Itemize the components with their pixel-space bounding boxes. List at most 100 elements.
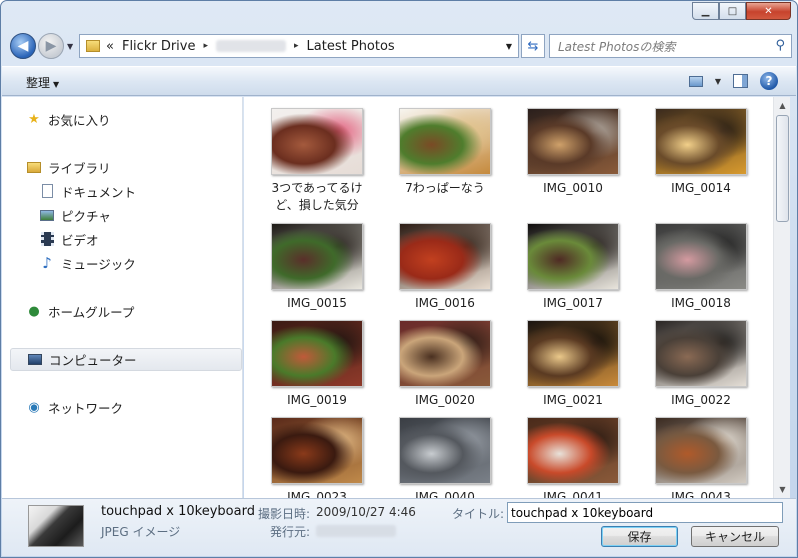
file-item[interactable]: IMG_0021	[514, 320, 632, 409]
network-globe-icon: ◉	[28, 399, 40, 415]
cancel-button[interactable]: キャンセル	[691, 526, 779, 547]
file-item[interactable]: IMG_0016	[386, 223, 504, 312]
sidebar-item-documents[interactable]: ドキュメント	[39, 181, 136, 201]
photo-thumbnail[interactable]	[527, 223, 619, 290]
library-icon	[26, 159, 42, 175]
sidebar-item-favorites[interactable]: ★ お気に入り	[26, 109, 111, 129]
photo-thumbnail[interactable]	[399, 417, 491, 484]
preview-pane-icon[interactable]	[733, 74, 748, 88]
breadcrumb-separator-icon[interactable]: ▸	[294, 41, 299, 51]
file-name: IMG_0021	[543, 393, 603, 407]
file-name: IMG_0023	[287, 490, 347, 498]
file-item[interactable]: IMG_0014	[642, 108, 760, 197]
folder-icon	[86, 40, 100, 52]
photo-thumbnail[interactable]	[527, 417, 619, 484]
sidebar-item-label: コンピューター	[49, 353, 137, 368]
sidebar-item-label: お気に入り	[48, 112, 111, 128]
organize-button[interactable]: 整理 ▼	[26, 74, 59, 91]
vertical-scrollbar[interactable]: ▲ ▼	[773, 97, 790, 498]
search-input[interactable]: Latest Photosの検索 ⚲	[549, 34, 792, 58]
file-item[interactable]: IMG_0023	[258, 417, 376, 498]
file-list-pane: 3つであってるけど、損した気分 7わっぱーなう IMG_0010 IMG_0014 IM…	[244, 97, 773, 498]
file-item[interactable]: IMG_0015	[258, 223, 376, 312]
photo-thumbnail[interactable]	[271, 417, 363, 484]
breadcrumb-item-latest-photos[interactable]: Latest Photos	[307, 39, 395, 54]
photo-thumbnail[interactable]	[655, 223, 747, 290]
minimize-icon[interactable]: ▁	[692, 2, 719, 20]
scrollbar-thumb[interactable]	[776, 115, 789, 222]
navigation-bar: ◀ ▶ ▼ « Flickr Drive ▸ ▸ Latest Photos ▼…	[7, 31, 793, 63]
breadcrumb-item-redacted[interactable]	[216, 40, 287, 52]
publisher-value-redacted	[316, 525, 396, 537]
sidebar-item-pictures[interactable]: ピクチャ	[39, 205, 111, 225]
sidebar-item-computer[interactable]: コンピューター	[10, 348, 242, 371]
sidebar-item-label: ライブラリ	[48, 160, 111, 176]
selected-file-type: JPEG イメージ	[101, 525, 181, 539]
file-item[interactable]: IMG_0020	[386, 320, 504, 409]
file-item[interactable]: IMG_0022	[642, 320, 760, 409]
file-item[interactable]: IMG_0043	[642, 417, 760, 498]
publisher-label: 発行元:	[269, 525, 310, 539]
file-item[interactable]: IMG_0018	[642, 223, 760, 312]
maximize-icon[interactable]: □	[719, 2, 746, 20]
file-name: IMG_0017	[543, 296, 603, 310]
forward-arrow-icon: ▶	[45, 38, 57, 54]
refresh-icon[interactable]: ⇆	[521, 34, 545, 58]
breadcrumb-overflow[interactable]: «	[106, 39, 114, 54]
recent-pages-dropdown-icon[interactable]: ▼	[67, 42, 73, 51]
photo-thumbnail[interactable]	[527, 320, 619, 387]
back-button[interactable]: ◀	[10, 33, 36, 59]
breadcrumb-item-flickr-drive[interactable]: Flickr Drive	[122, 39, 196, 54]
photo-thumbnail[interactable]	[271, 223, 363, 290]
search-icon[interactable]: ⚲	[775, 38, 785, 53]
sidebar-item-videos[interactable]: ビデオ	[39, 229, 99, 249]
selected-file-name: touchpad x 10keyboard	[101, 504, 255, 519]
details-pane: touchpad x 10keyboard JPEG イメージ 撮影日時: 20…	[2, 498, 796, 556]
sidebar-item-music[interactable]: ♪ ミュージック	[39, 253, 136, 273]
save-button[interactable]: 保存	[601, 526, 678, 547]
save-dialog-window: ▁ □ ✕ ◀ ▶ ▼ « Flickr Drive ▸ ▸ Latest Ph…	[0, 0, 798, 558]
forward-button[interactable]: ▶	[38, 33, 64, 59]
photo-thumbnail[interactable]	[655, 417, 747, 484]
sidebar-item-library[interactable]: ライブラリ	[26, 157, 111, 177]
breadcrumb-separator-icon[interactable]: ▸	[203, 41, 208, 51]
address-dropdown-icon[interactable]: ▼	[506, 42, 512, 51]
computer-icon	[27, 352, 43, 368]
help-icon[interactable]: ?	[760, 72, 778, 90]
file-item[interactable]: IMG_0040	[386, 417, 504, 498]
search-placeholder: Latest Photosの検索	[558, 39, 676, 54]
title-field[interactable]	[507, 502, 783, 523]
photo-thumbnail[interactable]	[271, 320, 363, 387]
view-options-dropdown-icon[interactable]: ▼	[715, 77, 721, 86]
photo-thumbnail[interactable]	[399, 320, 491, 387]
file-name: 3つであってるけど、損した気分	[271, 181, 363, 212]
file-item[interactable]: IMG_0041	[514, 417, 632, 498]
sidebar-item-label: ホームグループ	[48, 304, 135, 320]
photo-thumbnail[interactable]	[271, 108, 363, 175]
file-item[interactable]: IMG_0017	[514, 223, 632, 312]
file-name: 7わっぱーなう	[405, 181, 485, 195]
window-controls: ▁ □ ✕	[692, 2, 791, 20]
file-item[interactable]: IMG_0010	[514, 108, 632, 197]
file-item[interactable]: 7わっぱーなう	[386, 108, 504, 197]
photo-thumbnail[interactable]	[655, 320, 747, 387]
photo-thumbnail[interactable]	[399, 108, 491, 175]
photo-thumbnail[interactable]	[527, 108, 619, 175]
file-item[interactable]: IMG_0019	[258, 320, 376, 409]
sidebar-item-network[interactable]: ◉ ネットワーク	[26, 397, 123, 417]
scroll-down-icon[interactable]: ▼	[774, 481, 791, 498]
file-name: IMG_0018	[671, 296, 731, 310]
file-name: IMG_0022	[671, 393, 731, 407]
address-bar[interactable]: « Flickr Drive ▸ ▸ Latest Photos ▼	[79, 34, 519, 58]
scroll-up-icon[interactable]: ▲	[774, 97, 791, 114]
photo-thumbnail[interactable]	[655, 108, 747, 175]
file-item[interactable]: 3つであってるけど、損した気分	[258, 108, 376, 214]
homegroup-icon: ●	[28, 303, 40, 319]
title-label: タイトル:	[451, 507, 504, 521]
change-view-icon[interactable]	[688, 75, 703, 87]
close-icon[interactable]: ✕	[746, 2, 791, 20]
music-note-icon: ♪	[42, 254, 52, 272]
sidebar-item-label: ミュージック	[61, 256, 136, 272]
sidebar-item-homegroup[interactable]: ● ホームグループ	[26, 301, 134, 321]
photo-thumbnail[interactable]	[399, 223, 491, 290]
